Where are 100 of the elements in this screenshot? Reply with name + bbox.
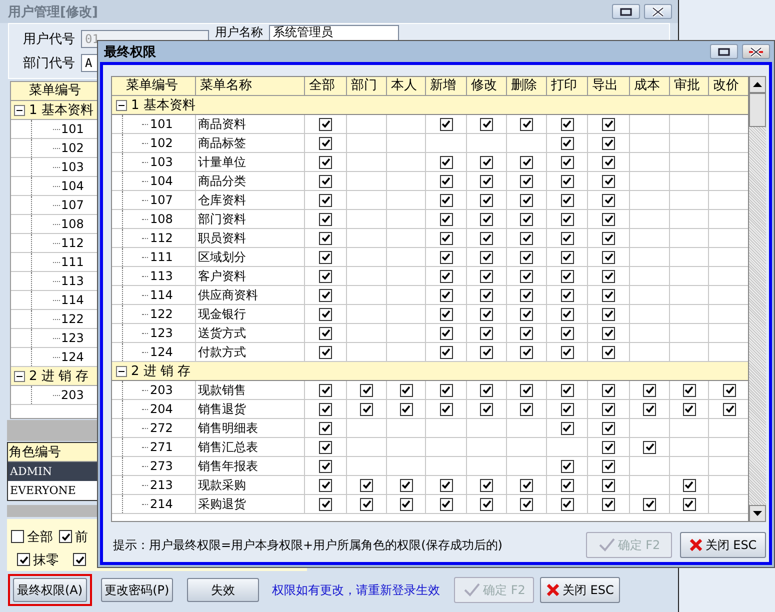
scrollbar[interactable]	[749, 76, 766, 522]
column-header[interactable]: 部门	[347, 77, 387, 96]
checkbox[interactable]	[17, 553, 30, 566]
tree-item[interactable]: 272	[112, 419, 196, 438]
checkbox[interactable]	[319, 460, 332, 472]
column-header[interactable]: 打印	[547, 77, 588, 96]
checkbox[interactable]	[440, 384, 452, 396]
checkbox[interactable]	[319, 422, 332, 434]
restore-button[interactable]	[710, 44, 738, 59]
checkbox[interactable]	[440, 346, 452, 358]
checkbox[interactable]	[480, 402, 493, 416]
checkbox[interactable]	[560, 250, 574, 264]
checkbox[interactable]	[560, 498, 574, 510]
tree-item[interactable]: 271	[112, 438, 196, 457]
checkbox[interactable]	[520, 174, 533, 188]
tree-item[interactable]: 122	[112, 305, 196, 324]
checkbox[interactable]	[440, 250, 452, 264]
tree-item[interactable]: 203	[112, 381, 196, 400]
checkbox[interactable]	[400, 384, 412, 396]
checkbox[interactable]	[319, 498, 332, 510]
checkbox[interactable]	[520, 346, 533, 358]
checkbox[interactable]	[319, 440, 332, 454]
checkbox[interactable]	[560, 460, 574, 472]
column-header[interactable]: 导出	[588, 77, 630, 96]
checkbox[interactable]	[560, 212, 574, 226]
checkbox[interactable]	[560, 232, 574, 244]
checkbox[interactable]	[602, 212, 615, 226]
checkbox[interactable]	[560, 402, 574, 416]
checkbox[interactable]	[319, 194, 332, 206]
collapse-icon[interactable]	[14, 370, 25, 382]
button[interactable]: 失效	[187, 578, 260, 602]
checkbox[interactable]	[11, 530, 24, 543]
checkbox[interactable]	[440, 174, 452, 188]
tree-item[interactable]: 101	[61, 122, 84, 136]
checkbox[interactable]	[319, 156, 332, 168]
checkbox[interactable]	[440, 212, 452, 226]
checkbox[interactable]	[319, 250, 332, 264]
collapse-icon[interactable]	[116, 366, 127, 376]
checkbox[interactable]	[602, 384, 615, 396]
checkbox[interactable]	[520, 498, 533, 510]
column-header[interactable]: 改价	[709, 77, 748, 96]
checkbox[interactable]	[360, 402, 373, 416]
checkbox[interactable]	[560, 422, 574, 434]
checkbox[interactable]	[682, 498, 696, 510]
checkbox[interactable]	[602, 136, 615, 150]
tree-item[interactable]: 112	[112, 229, 196, 248]
tree-item[interactable]: 114	[61, 293, 84, 307]
checkbox[interactable]	[560, 478, 574, 492]
column-header[interactable]: 审批	[670, 77, 709, 96]
tree-item[interactable]: 108	[61, 217, 84, 231]
tree-item[interactable]: 214	[112, 495, 196, 514]
checkbox[interactable]	[480, 212, 493, 226]
checkbox[interactable]	[360, 384, 373, 396]
checkbox[interactable]	[480, 288, 493, 302]
column-header[interactable]: 菜单编号	[112, 77, 196, 96]
checkbox[interactable]	[602, 118, 615, 130]
checkbox[interactable]	[480, 498, 493, 510]
checkbox[interactable]	[520, 212, 533, 226]
tree-item[interactable]: 112	[61, 236, 84, 250]
button[interactable]: 最终权限(A)	[13, 578, 87, 602]
checkbox[interactable]	[520, 156, 533, 168]
tree-item[interactable]: 108	[112, 210, 196, 229]
tree-item[interactable]: 107	[112, 191, 196, 210]
checkbox[interactable]	[319, 136, 332, 150]
column-header[interactable]: 新增	[426, 77, 467, 96]
checkbox[interactable]	[360, 498, 373, 510]
checkbox[interactable]	[602, 308, 615, 320]
tree-item[interactable]: 123	[112, 324, 196, 343]
checkbox[interactable]	[480, 384, 493, 396]
tree-item[interactable]: 113	[112, 267, 196, 286]
restore-button[interactable]	[612, 4, 640, 19]
tree-item[interactable]: 123	[61, 331, 84, 345]
checkbox[interactable]	[480, 156, 493, 168]
checkbox[interactable]	[560, 174, 574, 188]
column-header[interactable]: 全部	[305, 77, 347, 96]
checkbox[interactable]	[319, 118, 332, 130]
tree-item[interactable]: 113	[61, 274, 84, 288]
tree-item[interactable]: 122	[61, 312, 84, 326]
checkbox[interactable]	[319, 232, 332, 244]
checkbox[interactable]	[360, 478, 373, 492]
checkbox[interactable]	[440, 478, 452, 492]
tree-item[interactable]: 107	[61, 198, 84, 212]
checkbox[interactable]	[602, 232, 615, 244]
checkbox[interactable]	[400, 402, 412, 416]
checkbox[interactable]	[682, 384, 696, 396]
tree-item[interactable]: 103	[61, 160, 84, 174]
checkbox[interactable]	[560, 270, 574, 282]
checkbox[interactable]	[319, 402, 332, 416]
checkbox[interactable]	[520, 118, 533, 130]
checkbox[interactable]	[643, 498, 656, 510]
column-header[interactable]: 成本	[630, 77, 670, 96]
checkbox[interactable]	[480, 326, 493, 340]
close-button[interactable]	[742, 44, 770, 59]
button[interactable]: 更改密码(P)	[100, 578, 174, 602]
checkbox[interactable]	[643, 440, 656, 454]
tree-item[interactable]: 111	[112, 248, 196, 267]
checkbox[interactable]	[319, 326, 332, 340]
column-header[interactable]: 修改	[467, 77, 507, 96]
checkbox[interactable]	[602, 174, 615, 188]
tree-item[interactable]: 114	[112, 286, 196, 305]
